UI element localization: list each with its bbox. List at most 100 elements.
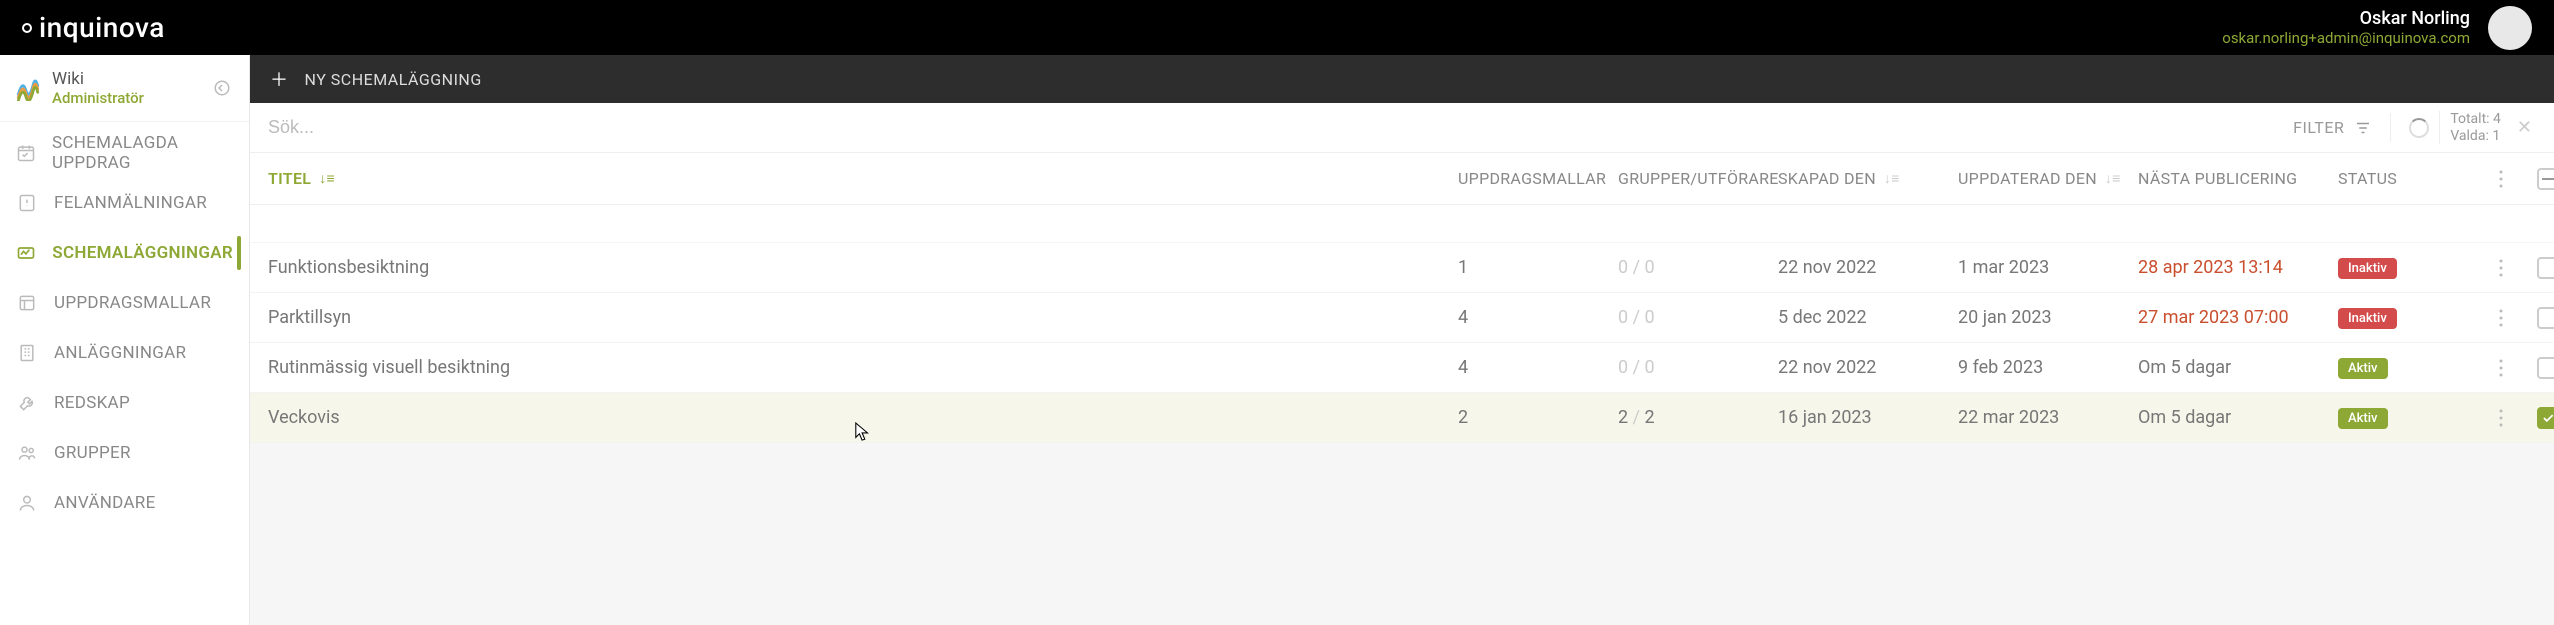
template-icon [16,292,38,314]
cell-groups: 0 / 0 [1618,257,1778,278]
result-counts: Totalt: 4 Valda: 1 [2439,111,2501,145]
timeline-icon [16,242,36,264]
sidebar-item-tools[interactable]: REDSKAP [0,378,249,428]
sidebar-item-schedules[interactable]: SCHEMALÄGGNINGAR [0,228,249,278]
sidebar-item-label: GRUPPER [54,443,131,463]
cell-created: 22 nov 2022 [1778,257,1958,278]
topbar-right: Oskar Norling oskar.norling+admin@inquin… [2222,6,2532,50]
table-row[interactable]: Rutinmässig visuell besiktning40 / 022 n… [250,343,2554,393]
row-actions-button[interactable] [2478,309,2524,327]
sidebar-header: Wiki Administratör [0,55,249,122]
sidebar-item-label: REDSKAP [54,393,130,413]
cell-next: 27 mar 2023 07:00 [2138,307,2338,328]
cell-status: Aktiv [2338,406,2478,429]
cell-created: 5 dec 2022 [1778,307,1958,328]
row-checkbox[interactable] [2537,407,2554,429]
row-actions-button[interactable] [2478,359,2524,377]
user-name: Oskar Norling [2222,8,2470,30]
sort-icon: ↓≡ [2105,170,2121,187]
cell-status: Inaktiv [2338,306,2478,329]
cell-title: Funktionsbesiktning [268,257,1458,278]
cell-templates: 4 [1458,357,1618,378]
sidebar-item-label: SCHEMALÄGGNINGAR [52,243,233,263]
col-title[interactable]: TITEL ↓≡ [268,169,1458,188]
sidebar-item-scheduled-tasks[interactable]: SCHEMALAGDA UPPDRAG [0,128,249,178]
cell-updated: 9 feb 2023 [1958,357,2138,378]
sidebar-item-label: UPPDRAGSMALLAR [54,293,211,313]
table-row[interactable]: Funktionsbesiktning10 / 022 nov 20221 ma… [250,243,2554,293]
app-title: Wiki [52,69,144,89]
user-block[interactable]: Oskar Norling oskar.norling+admin@inquin… [2222,8,2470,48]
plus-icon: ＋ [270,66,289,92]
alert-icon [16,192,38,214]
row-select[interactable] [2524,257,2554,279]
user-icon [16,492,38,514]
sidebar-item-users[interactable]: ANVÄNDARE [0,478,249,528]
row-select[interactable] [2524,307,2554,329]
filter-label: FILTER [2293,118,2344,137]
col-updated[interactable]: UPPDATERAD DEN ↓≡ [1958,169,2138,188]
cell-templates: 4 [1458,307,1618,328]
col-groups[interactable]: GRUPPER/UTFÖRARE [1618,169,1778,188]
row-checkbox[interactable] [2537,307,2554,329]
cell-status: Inaktiv [2338,256,2478,279]
clear-selection-button[interactable]: ✕ [2511,117,2538,138]
sidebar-item-label: ANLÄGGNINGAR [54,343,186,363]
cell-next: 28 apr 2023 13:14 [2138,257,2338,278]
status-badge: Inaktiv [2338,308,2397,329]
sidebar-item-templates[interactable]: UPPDRAGSMALLAR [0,278,249,328]
row-actions-button[interactable] [2478,409,2524,427]
cell-created: 22 nov 2022 [1778,357,1958,378]
table: TITEL ↓≡ UPPDRAGSMALLAR GRUPPER/UTFÖRARE… [250,153,2554,443]
cell-updated: 1 mar 2023 [1958,257,2138,278]
cell-groups: 0 / 0 [1618,357,1778,378]
row-select[interactable] [2524,407,2554,429]
brand-logo[interactable]: inquinova [22,11,165,44]
filter-icon [2354,119,2372,137]
avatar[interactable] [2488,6,2532,50]
cell-updated: 20 jan 2023 [1958,307,2138,328]
col-select-all[interactable] [2524,168,2554,190]
select-all-checkbox[interactable] [2537,168,2554,190]
sidebar: Wiki Administratör SCHEMALAGDA UPPDRAG F… [0,55,250,625]
sort-icon: ↓≡ [1884,170,1900,187]
col-created[interactable]: SKAPAD DEN ↓≡ [1778,169,1958,188]
cell-templates: 2 [1458,407,1618,428]
sidebar-item-groups[interactable]: GRUPPER [0,428,249,478]
toolbar: FILTER Totalt: 4 Valda: 1 ✕ [250,103,2554,153]
table-row[interactable]: Veckovis22 / 216 jan 202322 mar 2023Om 5… [250,393,2554,443]
cell-next: Om 5 dagar [2138,357,2338,378]
sidebar-collapse-icon[interactable] [213,79,231,97]
table-row[interactable]: Parktillsyn40 / 05 dec 202220 jan 202327… [250,293,2554,343]
search-input[interactable] [268,117,2259,138]
row-checkbox[interactable] [2537,257,2554,279]
col-templates[interactable]: UPPDRAGSMALLAR [1458,169,1618,188]
col-next[interactable]: NÄSTA PUBLICERING [2138,169,2338,188]
cell-updated: 22 mar 2023 [1958,407,2138,428]
col-actions[interactable] [2478,170,2524,188]
sidebar-nav: SCHEMALAGDA UPPDRAG FELANMÄLNINGAR SCHEM… [0,122,249,528]
cell-next: Om 5 dagar [2138,407,2338,428]
new-schedule-button[interactable]: ＋ NY SCHEMALÄGGNING [270,66,482,92]
sort-asc-icon: ↓≡ [319,170,335,187]
cell-templates: 1 [1458,257,1618,278]
app-role: Administratör [52,89,144,107]
brand-text: inquinova [39,11,165,44]
sidebar-item-facilities[interactable]: ANLÄGGNINGAR [0,328,249,378]
row-select[interactable] [2524,357,2554,379]
loading-icon [2409,118,2429,138]
row-actions-button[interactable] [2478,259,2524,277]
row-checkbox[interactable] [2537,357,2554,379]
cell-title: Parktillsyn [268,307,1458,328]
actionbar: ＋ NY SCHEMALÄGGNING [250,55,2554,103]
calendar-check-icon [16,142,36,164]
topbar: inquinova Oskar Norling oskar.norling+ad… [0,0,2554,55]
cell-title: Rutinmässig visuell besiktning [268,357,1458,378]
cell-groups: 2 / 2 [1618,407,1778,428]
col-status[interactable]: STATUS [2338,169,2478,188]
filter-button[interactable]: FILTER [2293,118,2372,137]
sidebar-item-label: SCHEMALAGDA UPPDRAG [52,133,233,173]
sidebar-item-reports[interactable]: FELANMÄLNINGAR [0,178,249,228]
users-icon [16,442,38,464]
wrench-icon [16,392,38,414]
